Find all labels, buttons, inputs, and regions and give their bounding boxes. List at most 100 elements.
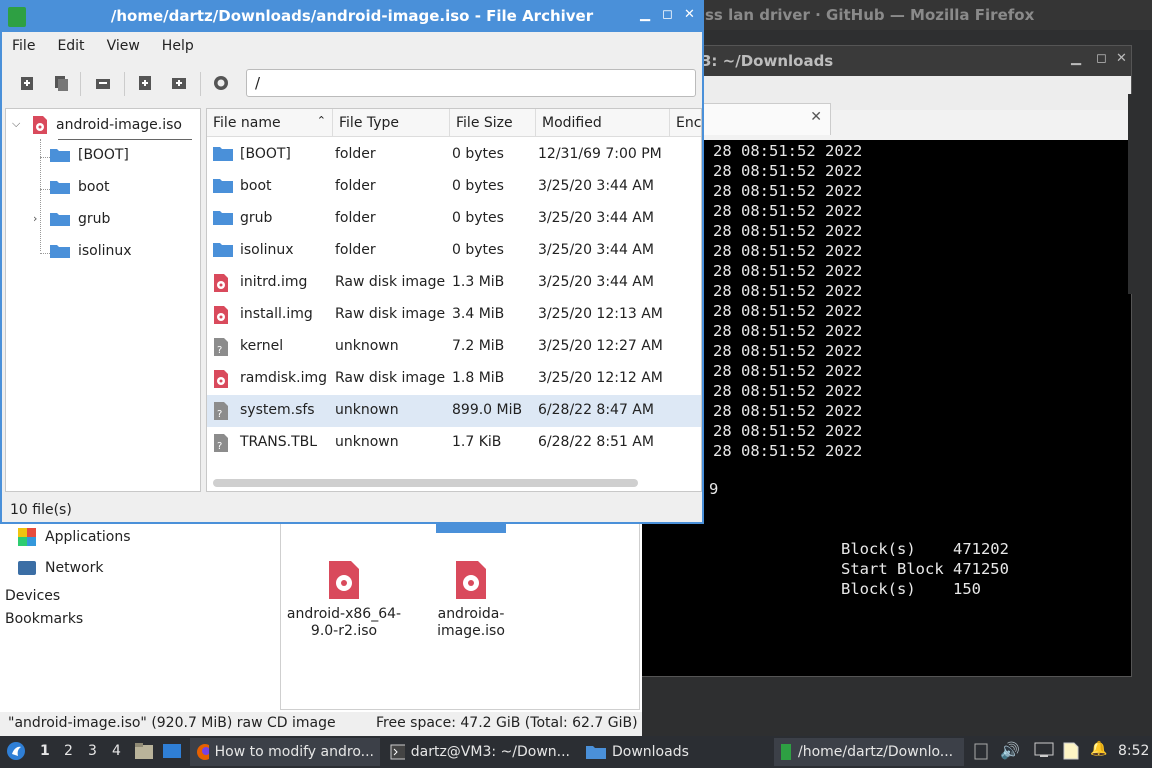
terminal-line: 28 08:51:52 2022 xyxy=(713,322,863,340)
notification-icon[interactable]: 🔔 xyxy=(1090,741,1107,757)
folder-icon xyxy=(213,177,233,197)
terminal-line: 28 08:51:52 2022 xyxy=(713,302,863,320)
file-tile-label: android-x86_64-9.0-r2.iso xyxy=(286,606,402,639)
close-icon[interactable]: ✕ xyxy=(1116,51,1127,66)
tree-item-label: [BOOT] xyxy=(78,147,129,163)
stop-button[interactable] xyxy=(210,72,232,94)
add-files-icon xyxy=(139,76,151,90)
network-status-icon[interactable] xyxy=(1034,742,1054,762)
table-row[interactable]: install.img Raw disk image 3.4 MiB 3/25/20 … xyxy=(207,299,701,331)
tree-item-grub[interactable]: grub xyxy=(50,211,110,227)
window-title: /home/dartz/Downloads/android-image.iso … xyxy=(110,7,594,25)
sidebar-item-network[interactable]: Network xyxy=(18,560,103,576)
menu-help[interactable]: Help xyxy=(162,38,194,54)
add-folder-button[interactable] xyxy=(168,72,190,94)
taskbar: 1 2 3 4 How to modify andro... dartz@VM3… xyxy=(0,736,1152,768)
task-terminal[interactable]: dartz@VM3: ~/Down... xyxy=(384,738,576,766)
start-menu-icon[interactable] xyxy=(6,741,26,765)
volume-icon[interactable]: 🔊 xyxy=(1000,741,1020,760)
cell-size: 3.4 MiB xyxy=(452,306,505,322)
disc-image-icon xyxy=(33,116,47,134)
column-encrypted[interactable]: Encr xyxy=(670,109,701,137)
maximize-icon[interactable]: ◻ xyxy=(662,7,673,22)
clock[interactable]: 8:52 xyxy=(1118,743,1149,759)
firefox-sidebar-strip xyxy=(1128,94,1152,294)
terminal-window[interactable]: 3: ~/Downloads ▁ ◻ ✕ ✕ 9 Block(s) 471202… xyxy=(640,45,1132,677)
table-row[interactable]: ? kernel unknown 7.2 MiB 3/25/20 12:27 AM xyxy=(207,331,701,363)
extract-button[interactable] xyxy=(92,72,114,94)
expand-arrow-icon[interactable]: › xyxy=(33,212,37,225)
file-tile[interactable]: androida-image.iso xyxy=(406,559,536,640)
archiver-titlebar[interactable]: /home/dartz/Downloads/android-image.iso … xyxy=(2,2,702,32)
menu-edit[interactable]: Edit xyxy=(57,38,84,54)
folder-tree[interactable]: ⌵ android-image.iso › [BOOT] boot grub i… xyxy=(5,108,201,492)
folder-icon xyxy=(213,243,233,257)
cell-name: boot xyxy=(240,178,272,194)
terminal-line: 28 08:51:52 2022 xyxy=(713,342,863,360)
show-desktop-icon[interactable] xyxy=(162,742,182,764)
new-archive-button[interactable] xyxy=(16,72,38,94)
column-file-name[interactable]: File name ⌃ xyxy=(207,109,333,137)
clipboard-icon[interactable] xyxy=(974,742,988,764)
table-row[interactable]: [BOOT] folder 0 bytes 12/31/69 7:00 PM xyxy=(207,139,701,171)
table-row[interactable]: ramdisk.img Raw disk image 1.8 MiB 3/25/20 … xyxy=(207,363,701,395)
workspace-2[interactable]: 2 xyxy=(64,743,73,759)
file-archiver-window[interactable]: /home/dartz/Downloads/android-image.iso … xyxy=(0,0,704,524)
column-file-type[interactable]: File Type xyxy=(333,109,450,137)
notes-icon[interactable] xyxy=(1062,741,1080,765)
menu-view[interactable]: View xyxy=(107,38,140,54)
task-firefox[interactable]: How to modify andro... xyxy=(190,738,380,766)
table-row[interactable]: initrd.img Raw disk image 1.3 MiB 3/25/20 3… xyxy=(207,267,701,299)
column-file-size[interactable]: File Size xyxy=(450,109,536,137)
task-downloads[interactable]: Downloads xyxy=(580,738,770,766)
tree-guide xyxy=(40,157,50,158)
terminal-line: Start Block 471250 xyxy=(841,560,1009,578)
file-list[interactable]: File name ⌃ File Type File Size Modified… xyxy=(206,108,702,492)
terminal-screen[interactable]: 9 Block(s) 471202 Start Block 471250 Blo… xyxy=(641,140,1131,676)
tree-item-boot[interactable]: boot xyxy=(50,179,110,195)
horizontal-scrollbar[interactable] xyxy=(213,479,638,487)
terminal-line: 28 08:51:52 2022 xyxy=(713,262,863,280)
table-row[interactable]: boot folder 0 bytes 3/25/20 3:44 AM xyxy=(207,171,701,203)
collapse-arrow-icon[interactable]: ⌵ xyxy=(12,117,20,131)
close-tab-icon[interactable]: ✕ xyxy=(810,109,822,125)
workspace-3[interactable]: 3 xyxy=(88,743,97,759)
table-row[interactable]: ? TRANS.TBL unknown 1.7 KiB 6/28/22 8:51 AM xyxy=(207,427,701,459)
table-row[interactable]: isolinux folder 0 bytes 3/25/20 3:44 AM xyxy=(207,235,701,267)
maximize-icon[interactable]: ◻ xyxy=(1096,51,1107,66)
sidebar-item-applications[interactable]: Applications xyxy=(18,528,131,546)
file-manager-window[interactable]: Applications Network Devices Bookmarks a… xyxy=(0,520,642,736)
cell-size: 0 bytes xyxy=(452,210,504,226)
menu-file[interactable]: File xyxy=(12,38,35,54)
open-archive-button[interactable] xyxy=(50,72,72,94)
terminal-tabbar: ✕ xyxy=(641,76,1131,135)
workspace-1[interactable]: 1 xyxy=(40,743,50,759)
tree-root[interactable]: android-image.iso xyxy=(32,115,182,135)
cell-modified: 6/28/22 8:47 AM xyxy=(538,402,654,418)
terminal-line: 28 08:51:52 2022 xyxy=(713,282,863,300)
add-folder-icon xyxy=(172,78,186,89)
file-tile[interactable]: android-x86_64-9.0-r2.iso xyxy=(279,559,409,640)
add-files-button[interactable] xyxy=(134,72,156,94)
table-row[interactable]: ? system.sfs unknown 899.0 MiB 6/28/22 8:47 … xyxy=(207,395,701,427)
location-input[interactable]: / xyxy=(246,69,696,97)
workspace-4[interactable]: 4 xyxy=(112,743,121,759)
close-icon[interactable]: ✕ xyxy=(684,7,695,22)
sidebar-heading-bookmarks[interactable]: Bookmarks xyxy=(5,611,83,627)
column-modified[interactable]: Modified xyxy=(536,109,670,137)
minimize-icon[interactable]: ▁ xyxy=(1071,51,1081,66)
tree-item-boot-dir[interactable]: [BOOT] xyxy=(50,147,129,163)
cell-name: TRANS.TBL xyxy=(240,434,318,450)
cell-type: folder xyxy=(335,146,376,162)
file-manager-icon-view[interactable]: android-x86_64-9.0-r2.iso androida-image… xyxy=(280,520,640,710)
file-manager-launcher-icon[interactable] xyxy=(134,742,154,764)
task-archiver[interactable]: /home/dartz/Downlo... xyxy=(774,738,964,766)
terminal-titlebar[interactable]: 3: ~/Downloads ▁ ◻ ✕ xyxy=(641,46,1131,76)
file-manager-sidebar: Applications Network Devices Bookmarks xyxy=(0,520,278,710)
cell-name: isolinux xyxy=(240,242,294,258)
tree-item-isolinux[interactable]: isolinux xyxy=(50,243,132,259)
sidebar-heading-devices[interactable]: Devices xyxy=(5,588,60,604)
table-row[interactable]: grub folder 0 bytes 3/25/20 3:44 AM xyxy=(207,203,701,235)
folder-icon xyxy=(213,241,233,261)
minimize-icon[interactable]: ▁ xyxy=(640,7,650,22)
